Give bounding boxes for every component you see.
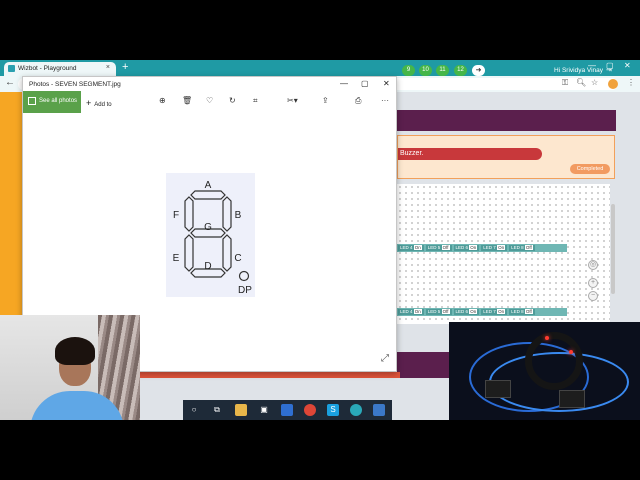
edit-enhance-icon[interactable]: ✂▾	[287, 96, 298, 105]
webcam-presenter-video	[0, 315, 140, 420]
search-circle-icon[interactable]: ○	[188, 404, 200, 416]
lesson-button-12[interactable]: 12	[454, 65, 467, 76]
status-badge: Completed	[570, 164, 610, 174]
segment-e	[184, 234, 194, 272]
lesson-button-9[interactable]: 9	[402, 65, 415, 76]
bookmark-star-icon[interactable]: ☆	[591, 78, 598, 87]
skype-icon[interactable]: S	[327, 404, 339, 416]
file-explorer-icon[interactable]	[235, 404, 247, 416]
led-block-row[interactable]: LED 4 On LED 5 Off LED 6 On LED 7 On LED…	[397, 308, 567, 316]
led-chip[interactable]: LED 6 On	[453, 245, 480, 251]
chrome-close-button[interactable]: ✕	[624, 61, 631, 70]
next-lesson-button[interactable]: ➜	[472, 65, 485, 76]
task-panel: Buzzer. Completed	[397, 135, 615, 179]
edge-icon[interactable]	[350, 404, 362, 416]
breadboard-canvas[interactable]	[397, 184, 610, 324]
webcam-robot-video	[449, 322, 640, 420]
zoom-in-icon[interactable]: +	[588, 278, 598, 288]
share-icon[interactable]: ⇪	[322, 96, 329, 105]
seven-segment-diagram: A B C D E F G DP	[173, 180, 253, 296]
led-chip[interactable]: LED 6 On	[453, 309, 480, 315]
tab-close-icon[interactable]: ×	[106, 64, 110, 71]
presenter-hair	[55, 337, 95, 365]
see-all-photos-button[interactable]: See all photos	[23, 91, 81, 113]
label-a: A	[205, 180, 212, 191]
plus-icon: +	[86, 98, 92, 108]
chrome-menu-icon[interactable]: ⋮	[627, 78, 635, 87]
led-light	[569, 350, 573, 354]
delete-icon[interactable]: 🗑︎	[182, 96, 192, 105]
led-light	[545, 336, 549, 340]
browser-tab[interactable]: Wizbot - Playground ×	[4, 62, 116, 76]
wizbot-favicon-icon	[8, 65, 15, 72]
store-icon[interactable]: ▣	[258, 404, 270, 416]
add-to-button[interactable]: + Add to	[86, 98, 112, 108]
label-g: G	[204, 222, 212, 233]
led-chip[interactable]: LED 4 On	[398, 309, 424, 315]
chrome-tab-strip: Wizbot - Playground × + — ▢ ✕	[0, 60, 640, 76]
task-view-icon[interactable]: ⧉	[211, 404, 223, 416]
canvas-scrollbar[interactable]	[611, 204, 615, 294]
print-icon[interactable]: ⎙	[355, 96, 361, 106]
led-chip[interactable]: LED 8 Off	[509, 245, 535, 251]
photos-close-button[interactable]: ✕	[383, 79, 390, 88]
browser-tab-title: Wizbot - Playground	[18, 65, 77, 72]
zoom-icon[interactable]: 🔍︎	[576, 78, 586, 87]
label-dp: DP	[238, 285, 252, 296]
center-target-icon[interactable]: ◎	[588, 260, 598, 270]
lesson-button-10[interactable]: 10	[419, 65, 432, 76]
logout-icon[interactable]: ⇥	[606, 66, 612, 74]
chrome-icon[interactable]	[304, 404, 316, 416]
segment-c	[222, 234, 232, 272]
led-chip[interactable]: LED 5 Off	[425, 245, 452, 251]
photos-app-icon[interactable]	[373, 404, 385, 416]
label-b: B	[235, 210, 242, 221]
more-options-button[interactable]: ···	[381, 96, 389, 105]
playground-header	[397, 110, 616, 131]
mail-icon[interactable]	[281, 404, 293, 416]
segment-f	[184, 196, 194, 232]
photos-window-title: Photos - SEVEN SEGMENT.jpg	[29, 81, 121, 88]
label-c: C	[234, 253, 241, 264]
zoom-out-icon[interactable]: −	[588, 291, 598, 301]
lesson-button-11[interactable]: 11	[436, 65, 449, 76]
led-chip[interactable]: LED 8 Off	[509, 309, 535, 315]
favorite-heart-icon[interactable]: ♡	[206, 96, 213, 105]
footer-accent-bar	[140, 372, 400, 378]
led-chip[interactable]: LED 5 Off	[425, 309, 452, 315]
segment-b	[222, 196, 232, 232]
profile-avatar[interactable]	[608, 79, 618, 89]
controller-board	[485, 380, 511, 398]
task-text: Buzzer.	[398, 148, 542, 160]
zoom-icon[interactable]: ⊕	[159, 96, 166, 105]
seven-segment-image: A B C D E F G DP	[166, 173, 255, 297]
crop-icon[interactable]: ⌗	[253, 96, 258, 106]
photos-maximize-button[interactable]: ▢	[361, 79, 369, 88]
controller-board	[559, 390, 585, 408]
back-arrow-icon[interactable]: ←	[5, 77, 15, 88]
label-f: F	[173, 210, 179, 221]
user-greeting: Hi Srividya Vinay	[554, 67, 604, 74]
segment-dp	[238, 270, 250, 282]
led-block-row[interactable]: LED 4 On LED 5 Off LED 6 On LED 7 On LED…	[397, 244, 567, 252]
see-all-photos-label: See all photos	[39, 98, 78, 104]
neopixel-ring	[525, 332, 583, 390]
led-chip[interactable]: LED 4 On	[398, 245, 424, 251]
led-chip[interactable]: LED 7 On	[481, 309, 508, 315]
led-chip[interactable]: LED 7 On	[481, 245, 508, 251]
new-tab-button[interactable]: +	[122, 61, 128, 73]
key-icon[interactable]: ⚿	[562, 78, 568, 88]
label-e: E	[173, 253, 180, 264]
rotate-icon[interactable]: ↻	[229, 96, 236, 105]
add-to-label: Add to	[94, 102, 112, 108]
windows-taskbar: ○ ⧉ ▣ S	[183, 400, 392, 420]
desktop-screen: Wizbot - Playground × + — ▢ ✕ ← ⚿ 🔍︎ ☆ ⋮…	[0, 60, 640, 420]
fullscreen-expand-icon[interactable]: ⤢	[381, 353, 389, 364]
gallery-icon	[28, 97, 36, 105]
segment-a	[190, 190, 226, 200]
photos-minimize-button[interactable]: —	[340, 79, 348, 88]
label-d: D	[204, 261, 211, 272]
